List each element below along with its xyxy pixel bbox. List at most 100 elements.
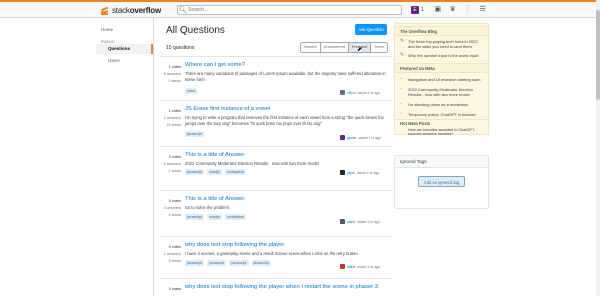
vote-count: 0 votes	[168, 287, 181, 291]
chat-icon: ▫	[400, 101, 402, 107]
question-item: 1 votes 2 answers 15 views JS Erase firs…	[160, 101, 392, 147]
meta-item[interactable]: ▫ 2022 Community Moderator Election Resu…	[400, 86, 485, 98]
inbox-icon[interactable]: ▣	[433, 5, 443, 14]
asked-time: asked 1 hr ago	[357, 219, 380, 224]
hot-meta-item-text: How are bounties awarded to ChatGPT-sour…	[408, 128, 476, 137]
blog-heading: The Overflow Blog	[395, 26, 488, 36]
owner-name[interactable]: elizzo	[347, 91, 356, 95]
view-count: 1 views	[168, 213, 181, 217]
hot-meta-heading: Hot Meta Posts	[395, 119, 488, 127]
meta-item-text: Navigation and UI research starting soon	[408, 77, 481, 82]
avatar[interactable]: E	[411, 5, 419, 14]
search-box[interactable]: 🔍︎	[177, 5, 402, 15]
view-count: 3 views	[168, 259, 181, 263]
tag[interactable]: reactjs	[207, 169, 222, 175]
search-icon: 🔍︎	[178, 7, 188, 14]
meta-item[interactable]: ▫ I'm standing down as a moderator	[400, 101, 485, 108]
ask-question-button[interactable]: Ask Question	[355, 24, 387, 35]
meta-item-text: I'm standing down as a moderator	[408, 102, 469, 107]
owner-name[interactable]: gamer	[347, 136, 357, 140]
tag-list: javascript reactjs nodejsstob	[185, 169, 249, 175]
tag[interactable]: javascript	[207, 260, 227, 266]
nav-users[interactable]: Users	[108, 58, 120, 63]
blog-item[interactable]: ✎ Why the number input is the worst inpu…	[400, 53, 485, 59]
question-item: 1 votes 0 answers 2 views Where can I ge…	[160, 57, 392, 101]
question-excerpt: I'm trying to write a program that remov…	[185, 115, 384, 126]
question-title[interactable]: Where can I get some?	[185, 62, 245, 68]
top-bar: stackoverflow 🔍︎ E 1 ▣ ♛ ❔ ☰	[0, 0, 600, 18]
hot-meta-item[interactable]: How are bounties awarded to ChatGPT-sour…	[408, 128, 488, 136]
help-icon[interactable]: ❔	[463, 5, 473, 14]
logo-icon	[100, 4, 110, 16]
meta-item[interactable]: ▫ Navigation and UI research starting so…	[400, 76, 485, 83]
question-title[interactable]: why does text stop following the player …	[185, 284, 378, 290]
logo[interactable]: stackoverflow	[100, 3, 161, 17]
filter-newest[interactable]: Newest	[301, 43, 321, 52]
scrollbar-thumb[interactable]	[596, 10, 600, 100]
question-title[interactable]: This is a title of Answer.	[185, 152, 246, 158]
tag[interactable]: reactjs	[207, 214, 222, 220]
owner-name[interactable]: starid	[347, 220, 355, 224]
owner-avatar[interactable]	[340, 264, 345, 269]
tag-list: javascript javascript javascript javascr…	[185, 260, 274, 266]
asked-time: asked 1 hr ago	[356, 170, 380, 175]
owner-avatar[interactable]	[340, 170, 345, 175]
top-icons: E 1 ▣ ♛ ❔ ☰	[411, 5, 488, 14]
vote-count: 0 votes	[168, 245, 181, 249]
filter-score[interactable]: Score	[371, 43, 388, 52]
search-input[interactable]	[188, 6, 388, 14]
sort-filters: Newest Unanswered Frequent Score	[300, 42, 389, 53]
tag[interactable]: javascript	[185, 169, 205, 175]
tag[interactable]: javascript	[229, 260, 249, 266]
question-item: 0 votes 0 answers 2 views This is a titl…	[160, 147, 392, 191]
add-ignored-tag-button[interactable]: Add an ignored tag	[418, 176, 465, 187]
question-list: 1 votes 0 answers 2 views Where can I ge…	[160, 56, 392, 299]
question-item: 0 votes 0 answers 1 views This is a titl…	[160, 191, 392, 237]
blog-item[interactable]: ✎ The three top-paying tech roles in 202…	[400, 39, 485, 50]
answer-count: 2 answers	[163, 116, 181, 120]
blog-item-text: The three top-paying tech roles in 2022 …	[408, 39, 478, 49]
question-item: 0 votes 1 answers 3 views why does text …	[160, 237, 392, 279]
question-stats: 1 votes 2 answers 15 views	[160, 108, 181, 129]
question-title[interactable]: This is a title of Answer.	[185, 196, 246, 202]
tag[interactable]: javascript	[185, 131, 205, 137]
question-item: 0 votes why does text stop following the…	[160, 279, 392, 299]
question-stats: 0 votes	[160, 286, 181, 293]
meta-heading: Featured on Meta	[395, 63, 488, 73]
nav-home[interactable]: Home	[101, 27, 113, 32]
asked-time: asked 1 hr ago	[357, 90, 381, 95]
achievements-icon[interactable]: ♛	[448, 5, 458, 14]
question-title[interactable]: why does text stop following the player	[185, 242, 284, 248]
ignored-tags-heading: Ignored Tags	[395, 156, 488, 168]
owner-name[interactable]: jayve	[347, 171, 355, 175]
tag[interactable]: react	[185, 88, 197, 94]
tag[interactable]: javascript	[185, 214, 205, 220]
page-title: All Questions	[166, 25, 225, 36]
owner-avatar[interactable]	[340, 135, 345, 140]
blog-item-text: Why the number input is the worst input	[408, 53, 479, 58]
chat-icon: ▫	[400, 111, 402, 117]
owner-avatar[interactable]	[340, 219, 345, 224]
question-title[interactable]: JS Erase first instance of a vowel	[185, 106, 270, 112]
tag[interactable]: javascript	[251, 260, 271, 266]
vote-count: 0 votes	[168, 199, 181, 203]
tag[interactable]: nodejsstob	[224, 169, 247, 175]
tag[interactable]: javascript	[185, 260, 205, 266]
tag[interactable]: nodejsstob	[224, 214, 247, 220]
chat-icon: ▫	[400, 86, 402, 92]
filter-unanswered[interactable]: Unanswered	[320, 43, 349, 52]
chat-icon: ▫	[400, 76, 402, 82]
site-switcher-icon[interactable]: ☰	[478, 5, 488, 14]
nav-questions[interactable]: Questions	[96, 44, 153, 54]
question-excerpt: I have 2 scenes, a gameplay scene and a …	[185, 251, 358, 256]
owner-avatar[interactable]	[340, 90, 345, 95]
question-excerpt: So to solve the problem:	[185, 205, 231, 210]
mouse-cursor: ⬈	[357, 47, 363, 53]
meta-item-text: 2022 Community Moderator Election Result…	[408, 87, 473, 97]
answer-count: 0 answers	[163, 72, 181, 76]
tag-list: react	[185, 88, 200, 94]
owner-name[interactable]: starid	[347, 265, 355, 269]
meta-item[interactable]: ▫ Temporary policy: ChatGPT is banned	[400, 111, 485, 118]
scrollbar[interactable]	[596, 0, 600, 296]
question-count: 15 questions	[166, 45, 195, 51]
